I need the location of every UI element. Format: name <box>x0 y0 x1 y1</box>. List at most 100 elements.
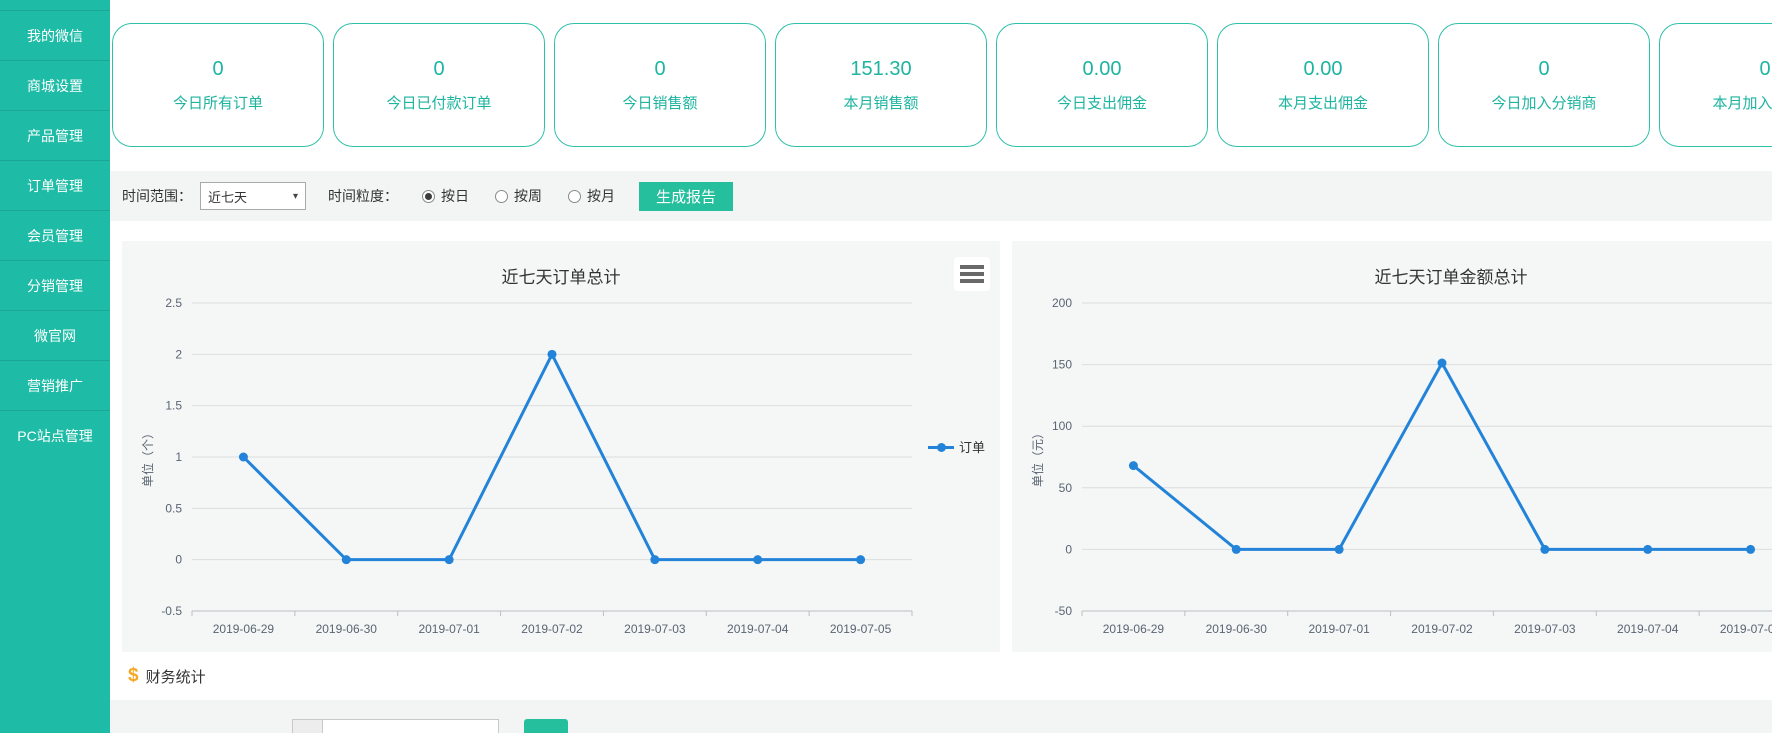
y-axis-name: 单位（元） <box>1030 427 1045 487</box>
x-tick-label: 2019-07-04 <box>727 622 789 636</box>
stat-value: 0.00 <box>1083 58 1122 81</box>
chart-title: 近七天订单总计 <box>502 268 621 287</box>
stat-value: 0 <box>212 58 223 81</box>
x-tick-label: 2019-07-01 <box>418 622 480 636</box>
sidebar-item-mall-settings[interactable]: 商城设置 <box>0 60 110 110</box>
data-point <box>239 453 248 462</box>
stat-label: 本月支出佣金 <box>1278 92 1368 113</box>
x-tick-label: 2019-07-02 <box>521 622 583 636</box>
sidebar-item-label: 订单管理 <box>27 176 83 196</box>
sidebar-item-label: PC站点管理 <box>17 426 92 446</box>
x-tick-label: 2019-07-03 <box>624 622 686 636</box>
stat-value: 0 <box>1759 58 1770 81</box>
data-point <box>1232 545 1241 554</box>
input-addon <box>292 719 323 733</box>
radio-by-day[interactable]: 按日 <box>422 186 469 206</box>
y-axis-name: 单位（个） <box>140 427 155 487</box>
sidebar-item-my-wechat[interactable]: 我的微信 <box>0 10 110 60</box>
generate-report-button[interactable]: 生成报告 <box>639 182 733 211</box>
stat-value: 151.30 <box>850 58 911 81</box>
radio-by-week[interactable]: 按周 <box>495 186 542 206</box>
y-tick-label: 200 <box>1052 296 1072 310</box>
sidebar-item-marketing[interactable]: 营销推广 <box>0 360 110 410</box>
granularity-radio-group: 按日 按周 按月 <box>422 186 615 206</box>
data-point <box>753 555 762 564</box>
y-tick-label: 2.5 <box>165 296 182 310</box>
sidebar-item-label: 营销推广 <box>27 376 83 396</box>
stat-card-month-commission: 0.00 本月支出佣金 <box>1217 23 1429 147</box>
sidebar-item-distribution[interactable]: 分销管理 <box>0 260 110 310</box>
sidebar-item-pc-site[interactable]: PC站点管理 <box>0 410 110 460</box>
stat-card-today-orders: 0 今日所有订单 <box>112 23 324 147</box>
sidebar-item-label: 微官网 <box>34 326 76 346</box>
toolbox-bar <box>960 265 984 269</box>
legend-label: 订单 <box>959 437 985 456</box>
radio-icon <box>495 190 508 203</box>
stat-card-today-new-distributors: 0 今日加入分销商 <box>1438 23 1650 147</box>
data-point <box>1129 461 1138 470</box>
sidebar: 我的微信 商城设置 产品管理 订单管理 会员管理 分销管理 微官网 营销推广 P… <box>0 0 110 733</box>
finance-input-group <box>292 719 568 733</box>
stat-card-today-sales: 0 今日销售额 <box>554 23 766 147</box>
stat-label: 今日销售额 <box>622 92 697 113</box>
y-tick-label: 2 <box>175 347 182 361</box>
x-tick-label: 2019-07-02 <box>1411 622 1473 636</box>
stat-label: 今日加入分销商 <box>1491 92 1596 113</box>
data-point <box>1746 545 1755 554</box>
finance-submit-button[interactable] <box>524 719 568 733</box>
sidebar-item-label: 分销管理 <box>27 276 83 296</box>
dollar-icon: $ <box>128 665 139 687</box>
data-point <box>856 555 865 564</box>
stat-card-month-new-distributors: 0 本月加入分销商 <box>1659 23 1772 147</box>
x-tick-label: 2019-06-30 <box>1206 622 1268 636</box>
y-tick-label: 100 <box>1052 419 1072 433</box>
chart-toolbox-icon[interactable] <box>954 257 990 291</box>
y-tick-label: 0 <box>1065 542 1072 556</box>
chart-panel-orders: 近七天订单总计单位（个）2.521.510.50-0.52019-06-2920… <box>122 241 1000 652</box>
y-tick-label: 0.5 <box>165 501 182 515</box>
sidebar-item-micro-site[interactable]: 微官网 <box>0 310 110 360</box>
stat-label: 本月销售额 <box>843 92 918 113</box>
data-point <box>1540 545 1549 554</box>
time-range-selected-value: 近七天 <box>208 187 247 206</box>
filter-bar: 时间范围： 近七天 ▾ 时间粒度： 按日 按周 按月 生成报告 <box>110 171 1772 221</box>
data-point <box>548 350 557 359</box>
sidebar-item-label: 我的微信 <box>27 26 83 46</box>
data-point <box>650 555 659 564</box>
y-tick-label: 1 <box>175 450 182 464</box>
stat-label: 本月加入分销商 <box>1712 92 1772 113</box>
stat-label: 今日已付款订单 <box>386 92 491 113</box>
time-range-select[interactable]: 近七天 ▾ <box>200 182 306 210</box>
finance-input[interactable] <box>323 719 499 733</box>
sidebar-item-orders[interactable]: 订单管理 <box>0 160 110 210</box>
legend-line-marker-icon <box>928 440 954 454</box>
data-point <box>445 555 454 564</box>
legend-item-orders[interactable]: 订单 <box>928 437 985 456</box>
toolbox-bar <box>960 279 984 283</box>
y-tick-label: 1.5 <box>165 399 182 413</box>
sidebar-item-members[interactable]: 会员管理 <box>0 210 110 260</box>
finance-section-header: $ 财务统计 <box>110 652 1772 700</box>
stat-label: 今日支出佣金 <box>1057 92 1147 113</box>
chart-panel-order-amount: 近七天订单金额总计单位（元）200150100500-502019-06-292… <box>1012 241 1772 652</box>
finance-section-title: 财务统计 <box>146 666 206 687</box>
x-tick-label: 2019-07-04 <box>1617 622 1679 636</box>
x-tick-label: 2019-06-30 <box>316 622 378 636</box>
orders-line-chart: 近七天订单总计单位（个）2.521.510.50-0.52019-06-2920… <box>122 241 1000 652</box>
y-tick-label: 150 <box>1052 358 1072 372</box>
stat-value: 0 <box>433 58 444 81</box>
radio-icon <box>568 190 581 203</box>
radio-by-month[interactable]: 按月 <box>568 186 615 206</box>
sidebar-item-products[interactable]: 产品管理 <box>0 110 110 160</box>
stat-card-month-sales: 151.30 本月销售额 <box>775 23 987 147</box>
x-tick-label: 2019-07-03 <box>1514 622 1576 636</box>
radio-label: 按日 <box>441 186 469 206</box>
sidebar-item-label: 产品管理 <box>27 126 83 146</box>
y-tick-label: -50 <box>1055 604 1073 618</box>
radio-icon <box>422 190 435 203</box>
stat-value: 0.00 <box>1304 58 1343 81</box>
y-tick-label: -0.5 <box>161 604 182 618</box>
y-tick-label: 50 <box>1059 481 1073 495</box>
main-content: 0 今日所有订单 0 今日已付款订单 0 今日销售额 151.30 本月销售额 … <box>110 0 1772 733</box>
charts-row: 近七天订单总计单位（个）2.521.510.50-0.52019-06-2920… <box>110 221 1772 652</box>
